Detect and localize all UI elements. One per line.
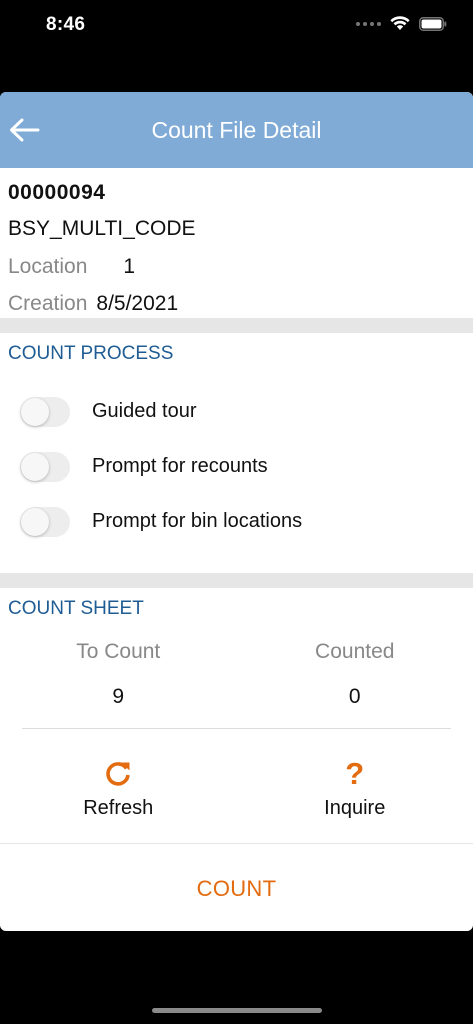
prompt-bin-locations-toggle[interactable] <box>20 506 70 537</box>
toggle-row-prompt-bin-locations[interactable]: Prompt for bin locations <box>0 494 473 549</box>
inquire-button[interactable]: ? Inquire <box>237 729 473 843</box>
arrow-left-icon <box>10 118 40 142</box>
stat-to-count: To Count 9 <box>0 638 237 711</box>
battery-icon <box>419 16 447 31</box>
counted-value: 0 <box>348 685 361 708</box>
prompt-recounts-toggle[interactable] <box>20 451 70 482</box>
section-title-count-sheet: COUNT SHEET <box>8 598 144 619</box>
wifi-icon <box>390 16 410 30</box>
location-value: 1 <box>123 255 136 278</box>
count-sheet-section: COUNT SHEET To Count 9 Counted 0 Refresh… <box>0 588 473 843</box>
count-stats: To Count 9 Counted 0 <box>0 638 473 711</box>
toggle-knob <box>21 397 49 426</box>
section-divider <box>0 573 473 588</box>
to-count-label: To Count <box>76 640 161 663</box>
refresh-button[interactable]: Refresh <box>0 729 237 843</box>
counted-label: Counted <box>315 640 395 663</box>
count-button-label: COUNT <box>196 875 277 901</box>
cellular-signal-icon <box>356 21 381 26</box>
home-indicator <box>152 1008 322 1013</box>
page-title: Count File Detail <box>151 116 322 143</box>
count-button[interactable]: COUNT <box>0 843 473 931</box>
to-count-value: 9 <box>112 685 125 708</box>
app-header: Count File Detail <box>0 92 473 168</box>
app-screen: 8:46 Count File Detail 00000094 BSY_MULT… <box>0 0 473 1024</box>
location-row: Location 1 <box>8 248 465 285</box>
file-number: 00000094 <box>8 181 106 204</box>
toggle-label: Prompt for bin locations <box>92 510 303 532</box>
status-time: 8:46 <box>46 14 86 35</box>
stat-counted: Counted 0 <box>237 638 473 711</box>
count-file-sheet: Count File Detail 00000094 BSY_MULTI_COD… <box>0 92 473 931</box>
back-button[interactable] <box>6 114 42 146</box>
refresh-icon <box>103 757 133 791</box>
toggle-label: Prompt for recounts <box>92 455 268 477</box>
count-process-section: COUNT PROCESS Guided tour Prompt for rec… <box>0 333 473 573</box>
file-code: BSY_MULTI_CODE <box>8 217 196 240</box>
section-title-count-process: COUNT PROCESS <box>8 343 174 364</box>
toggle-row-guided-tour[interactable]: Guided tour <box>0 384 473 439</box>
toggle-label: Guided tour <box>92 400 197 422</box>
process-toggles: Guided tour Prompt for recounts Prompt f… <box>0 384 473 549</box>
creation-label: Creation <box>8 292 88 315</box>
guided-tour-toggle[interactable] <box>20 396 70 427</box>
inquire-label: Inquire <box>324 797 386 819</box>
status-icons <box>356 16 447 31</box>
status-bar: 8:46 <box>0 0 473 52</box>
sheet-actions: Refresh ? Inquire <box>0 729 473 843</box>
toggle-row-prompt-recounts[interactable]: Prompt for recounts <box>0 439 473 494</box>
toggle-knob <box>21 452 49 481</box>
location-label: Location <box>8 255 88 278</box>
creation-value: 8/5/2021 <box>96 292 179 315</box>
creation-row: Creation 8/5/2021 <box>8 285 465 322</box>
toggle-knob <box>21 507 49 536</box>
refresh-label: Refresh <box>83 797 154 819</box>
question-mark-icon: ? <box>345 756 365 791</box>
file-info: 00000094 BSY_MULTI_CODE Location 1 Creat… <box>0 168 473 318</box>
